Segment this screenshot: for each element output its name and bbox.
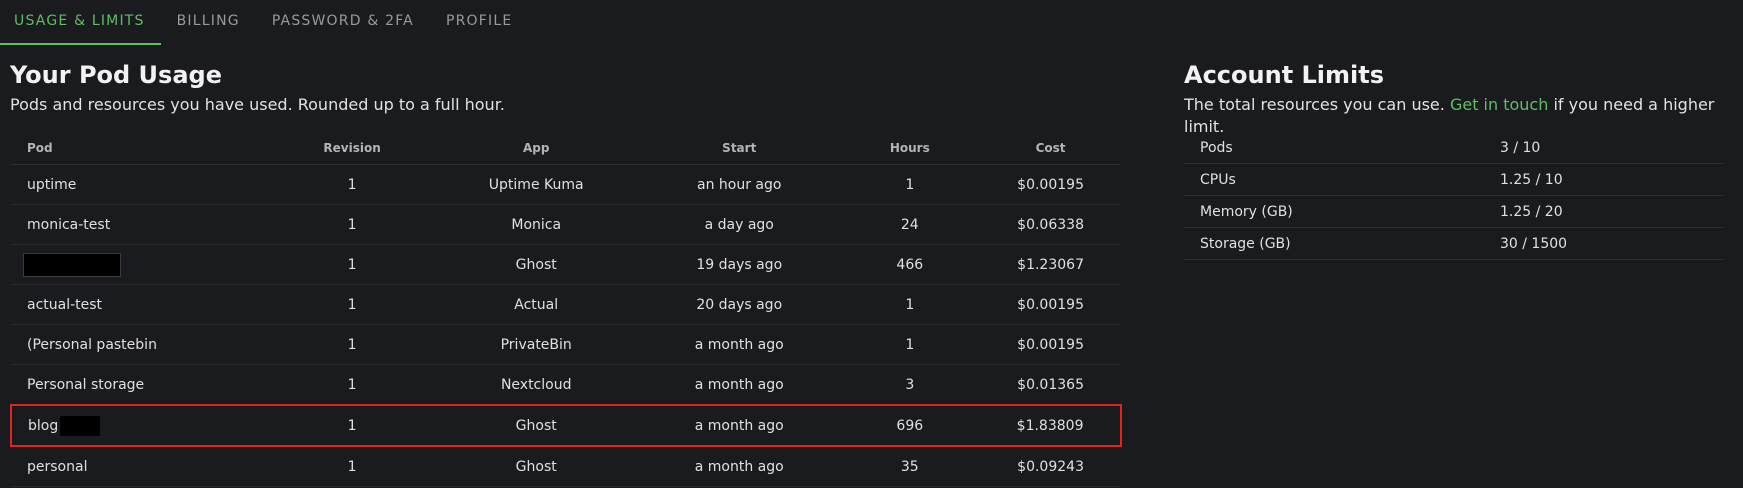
tab-bar: USAGE & LIMITS BILLING PASSWORD & 2FA PR… [0, 0, 528, 45]
pod-cost: $1.23067 [980, 244, 1121, 285]
pod-revision: 1 [270, 404, 434, 447]
pod-app: Ghost [433, 244, 640, 285]
pod-app: Uptime Kuma [433, 164, 640, 205]
limit-value: 1.25 / 10 [1500, 163, 1724, 196]
pod-hours: 3 [839, 364, 981, 406]
pod-name: Personal storage [11, 364, 271, 406]
pod-app: Nextcloud [433, 364, 640, 406]
limit-label: Storage (GB) [1184, 227, 1500, 260]
redaction-block [60, 415, 101, 436]
tab-profile[interactable]: PROFILE [430, 0, 528, 45]
pod-name-redacted [11, 244, 271, 285]
pod-cost: $0.00195 [980, 164, 1121, 205]
limit-value: 30 / 1500 [1500, 227, 1724, 260]
pod-hours: 696 [839, 404, 981, 447]
tab-billing[interactable]: BILLING [161, 0, 256, 45]
pod-name: blog [10, 404, 271, 447]
pod-name: (Personal pastebin [11, 324, 271, 365]
table-row: 1 Ghost 19 days ago 466 $1.23067 [11, 244, 1121, 285]
table-row: personal 1 Ghost a month ago 35 $0.09243 [11, 446, 1121, 487]
pod-name: uptime [11, 164, 271, 205]
column-header-hours: Hours [839, 132, 981, 165]
table-header-row: Pod Revision App Start Hours Cost [11, 132, 1121, 165]
get-in-touch-link[interactable]: Get in touch [1450, 95, 1548, 114]
pod-revision: 1 [270, 244, 434, 285]
pod-start: 20 days ago [639, 284, 840, 325]
pod-name: actual-test [11, 284, 271, 325]
pod-hours: 1 [839, 324, 981, 365]
pod-start: a month ago [639, 364, 840, 406]
pod-name: monica-test [11, 204, 271, 245]
pod-hours: 466 [839, 244, 981, 285]
redaction-block [23, 252, 121, 277]
pod-cost: $0.09243 [980, 446, 1121, 487]
pod-revision: 1 [270, 164, 434, 205]
account-limits-panel: Account Limits The total resources you c… [1184, 56, 1724, 260]
table-row: monica-test 1 Monica a day ago 24 $0.063… [11, 204, 1121, 245]
pod-start: a day ago [639, 204, 840, 245]
limits-subtitle-before: The total resources you can use. [1184, 95, 1450, 114]
pod-start: a month ago [639, 404, 840, 447]
pod-hours: 35 [839, 446, 981, 487]
column-header-app: App [433, 132, 640, 165]
limit-label: CPUs [1184, 163, 1500, 196]
table-row: (Personal pastebin 1 PrivateBin a month … [11, 324, 1121, 365]
limit-label: Memory (GB) [1184, 195, 1500, 228]
pod-start: 19 days ago [639, 244, 840, 285]
pod-cost: $0.00195 [980, 324, 1121, 365]
pod-revision: 1 [270, 324, 434, 365]
column-header-cost: Cost [980, 132, 1121, 165]
limit-row: CPUs 1.25 / 10 [1184, 163, 1724, 196]
pod-start: a month ago [639, 324, 840, 365]
pod-app: Monica [433, 204, 640, 245]
pod-revision: 1 [270, 364, 434, 406]
pod-usage-subtitle: Pods and resources you have used. Rounde… [10, 95, 505, 114]
pod-start: an hour ago [639, 164, 840, 205]
pod-hours: 1 [839, 284, 981, 325]
limit-value: 3 / 10 [1500, 132, 1724, 164]
tab-usage-limits[interactable]: USAGE & LIMITS [0, 0, 161, 45]
pod-usage-panel: Your Pod Usage Pods and resources you ha… [10, 56, 1125, 487]
table-row-highlighted: blog 1 Ghost a month ago 696 $1.83809 [10, 404, 1122, 447]
pod-hours: 24 [839, 204, 981, 245]
table-row: actual-test 1 Actual 20 days ago 1 $0.00… [11, 284, 1121, 325]
pod-cost: $0.06338 [980, 204, 1121, 245]
column-header-pod: Pod [11, 132, 271, 165]
limit-label: Pods [1184, 132, 1500, 164]
pod-revision: 1 [270, 284, 434, 325]
column-header-revision: Revision [270, 132, 434, 165]
pod-name: personal [11, 446, 271, 487]
limit-row: Pods 3 / 10 [1184, 132, 1724, 164]
limit-value: 1.25 / 20 [1500, 195, 1724, 228]
pod-revision: 1 [270, 204, 434, 245]
pod-app: Ghost [433, 446, 640, 487]
pod-app: Actual [433, 284, 640, 325]
pod-revision: 1 [270, 446, 434, 487]
pod-app: Ghost [433, 404, 640, 447]
pod-hours: 1 [839, 164, 981, 205]
pod-cost: $0.00195 [980, 284, 1121, 325]
pod-app: PrivateBin [433, 324, 640, 365]
pod-cost: $0.01365 [980, 364, 1121, 406]
pod-start: a month ago [639, 446, 840, 487]
tab-password-2fa[interactable]: PASSWORD & 2FA [256, 0, 430, 45]
limit-row: Memory (GB) 1.25 / 20 [1184, 195, 1724, 228]
account-limits-table: Pods 3 / 10 CPUs 1.25 / 10 Memory (GB) 1… [1184, 132, 1724, 260]
pod-usage-title: Your Pod Usage [10, 61, 222, 89]
pod-cost: $1.83809 [980, 404, 1122, 447]
table-row: uptime 1 Uptime Kuma an hour ago 1 $0.00… [11, 164, 1121, 205]
account-limits-title: Account Limits [1184, 61, 1385, 89]
limit-row: Storage (GB) 30 / 1500 [1184, 227, 1724, 260]
table-row: Personal storage 1 Nextcloud a month ago… [11, 364, 1121, 406]
pod-usage-table: Pod Revision App Start Hours Cost uptime… [10, 132, 1122, 487]
column-header-start: Start [639, 132, 840, 165]
pod-name-text: blog [28, 417, 59, 434]
